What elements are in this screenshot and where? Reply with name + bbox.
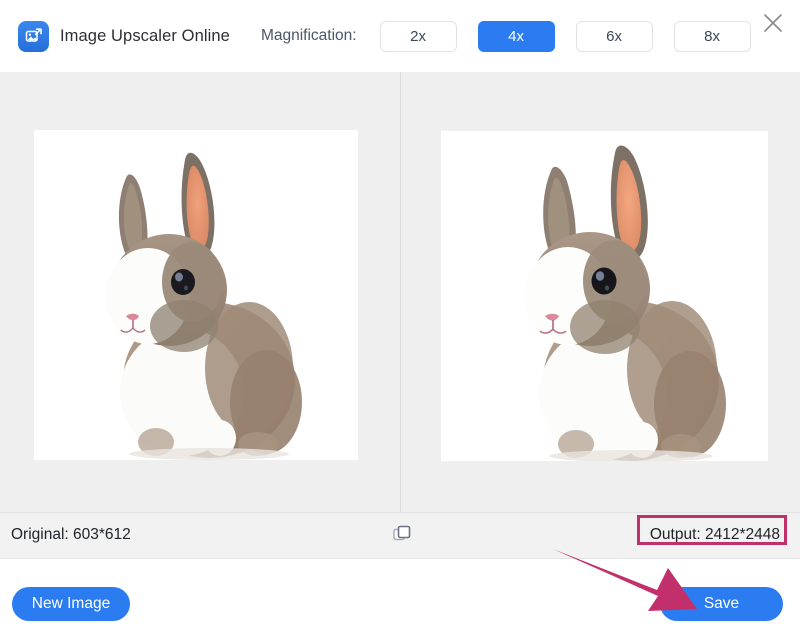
copy-icon[interactable] <box>392 524 412 544</box>
magnification-2x-button[interactable]: 2x <box>379 20 457 52</box>
magnification-label: Magnification: <box>260 27 357 44</box>
magnification-options: 2x 4x 6x 8x <box>379 20 751 52</box>
window-header: Image Upscaler Online Magnification: 2x … <box>0 0 800 72</box>
app-title: Image Upscaler Online <box>60 26 230 45</box>
magnification-6x-button[interactable]: 6x <box>575 20 653 52</box>
close-icon[interactable] <box>758 8 788 38</box>
output-size-label: Output: 2412*2448 <box>649 526 780 543</box>
app-brand: Image Upscaler Online <box>18 20 230 52</box>
original-image-pane[interactable] <box>34 130 358 460</box>
pane-divider <box>400 72 401 512</box>
new-image-button[interactable]: New Image <box>12 587 130 621</box>
save-button[interactable]: Save <box>660 587 783 621</box>
magnification-4x-button[interactable]: 4x <box>477 20 555 52</box>
image-upscale-icon <box>18 20 49 52</box>
image-upscaler-window: Image Upscaler Online Magnification: 2x … <box>0 0 800 630</box>
upscaled-image-pane[interactable] <box>441 131 768 461</box>
window-footer: New Image Save <box>0 559 800 630</box>
magnification-8x-button[interactable]: 8x <box>673 20 751 52</box>
original-size-label: Original: 603*612 <box>11 526 131 543</box>
